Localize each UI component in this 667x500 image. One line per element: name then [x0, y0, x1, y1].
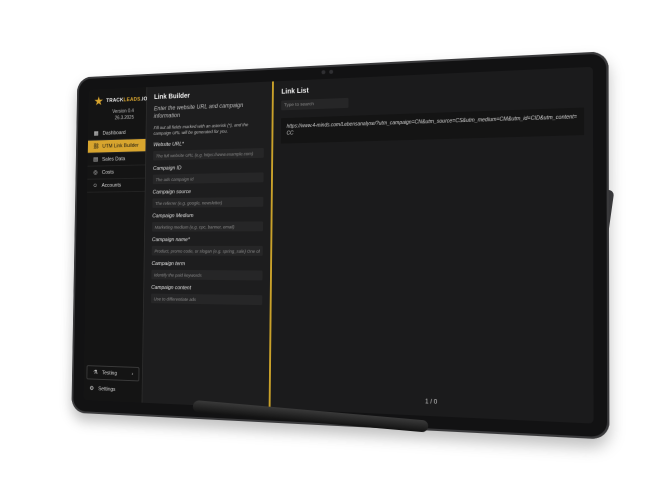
- campaign-source-input[interactable]: [152, 197, 263, 208]
- app-date: 26.3.2025: [88, 114, 146, 122]
- campaign-name-field: Campaign name*: [152, 237, 263, 256]
- campaign-name-input[interactable]: [152, 246, 263, 256]
- sidebar-item-label: Dashboard: [102, 130, 125, 136]
- pagination-indicator: 1 / 0: [425, 399, 437, 406]
- campaign-id-label: Campaign ID: [153, 164, 264, 172]
- campaign-id-input[interactable]: [153, 172, 264, 184]
- campaign-source-field: Campaign source: [152, 188, 263, 208]
- link-builder-subtitle: Enter the website URL and campaign infor…: [154, 101, 265, 121]
- link-list-panel: Link List https://www.4-minds.com/Lebens…: [271, 67, 594, 424]
- brand-prefix: TRACK: [106, 98, 123, 104]
- search-input[interactable]: [281, 98, 348, 110]
- coin-icon: ◎: [92, 169, 98, 176]
- settings-link[interactable]: ⚙ Settings: [84, 382, 142, 397]
- testing-toggle[interactable]: ⚗ Testing ›: [86, 365, 139, 381]
- product-photo: ★ TRACKLEADS.IO Version 0.4 26.3.2025 ▦ …: [0, 0, 667, 500]
- chart-icon: ▤: [93, 156, 99, 163]
- sidebar-item-label: Accounts: [102, 182, 122, 188]
- campaign-term-input[interactable]: [151, 270, 262, 281]
- settings-label: Settings: [98, 386, 115, 392]
- link-list-title: Link List: [281, 76, 584, 96]
- campaign-medium-field: Campaign Medium: [152, 213, 263, 232]
- testing-label-wrap: ⚗ Testing: [92, 369, 117, 377]
- chevron-right-icon: ›: [132, 371, 134, 377]
- link-list-item[interactable]: https://www.4-minds.com/Lebensanalyse/?u…: [281, 107, 584, 143]
- sidebar-footer: ⚗ Testing › ⚙ Settings: [84, 365, 143, 397]
- gear-icon: ⚙: [89, 385, 95, 392]
- campaign-id-field: Campaign ID: [153, 164, 264, 185]
- website-url-label: Website URL*: [153, 139, 264, 148]
- camera-icon: [322, 70, 326, 74]
- sidebar-item-accounts[interactable]: ☺ Accounts: [87, 179, 145, 193]
- campaign-content-field: Campaign content: [151, 285, 262, 305]
- campaign-name-label: Campaign name*: [152, 237, 263, 243]
- brand-name: TRACKLEADS.IO: [106, 97, 147, 104]
- campaign-source-label: Campaign source: [153, 188, 264, 195]
- campaign-term-label: Campaign term: [152, 261, 263, 267]
- sidebar: ★ TRACKLEADS.IO Version 0.4 26.3.2025 ▦ …: [84, 87, 148, 403]
- brand-accent: LEADS: [123, 97, 140, 103]
- brand-logo[interactable]: ★ TRACKLEADS.IO: [89, 93, 147, 108]
- testing-label: Testing: [102, 370, 117, 376]
- link-icon: ⛓: [93, 143, 99, 150]
- link-builder-panel: Link Builder Enter the website URL and c…: [142, 81, 273, 408]
- link-builder-hint: Fill out all fields marked with an aster…: [153, 122, 264, 137]
- sidebar-item-sales-data[interactable]: ▤ Sales Data: [88, 152, 146, 167]
- flask-icon: ⚗: [92, 369, 98, 376]
- website-url-input[interactable]: [153, 148, 264, 160]
- star-icon: ★: [94, 95, 104, 108]
- website-url-field: Website URL*: [153, 139, 264, 160]
- campaign-medium-label: Campaign Medium: [152, 213, 263, 220]
- tablet-device: ★ TRACKLEADS.IO Version 0.4 26.3.2025 ▦ …: [71, 51, 609, 439]
- campaign-content-input[interactable]: [151, 294, 262, 305]
- campaign-content-label: Campaign content: [151, 285, 262, 292]
- sidebar-item-costs[interactable]: ◎ Costs: [87, 165, 145, 179]
- app-screen: ★ TRACKLEADS.IO Version 0.4 26.3.2025 ▦ …: [84, 67, 594, 424]
- link-builder-title: Link Builder: [154, 90, 264, 101]
- campaign-term-field: Campaign term: [151, 261, 262, 280]
- dashboard-icon: ▦: [93, 130, 99, 137]
- sidebar-item-label: Sales Data: [102, 156, 125, 162]
- sidebar-item-label: UTM Link Builder: [102, 142, 138, 149]
- user-icon: ☺: [92, 183, 98, 189]
- sensor-icon: [329, 70, 333, 74]
- sidebar-item-label: Costs: [102, 169, 114, 175]
- campaign-medium-input[interactable]: [152, 221, 263, 231]
